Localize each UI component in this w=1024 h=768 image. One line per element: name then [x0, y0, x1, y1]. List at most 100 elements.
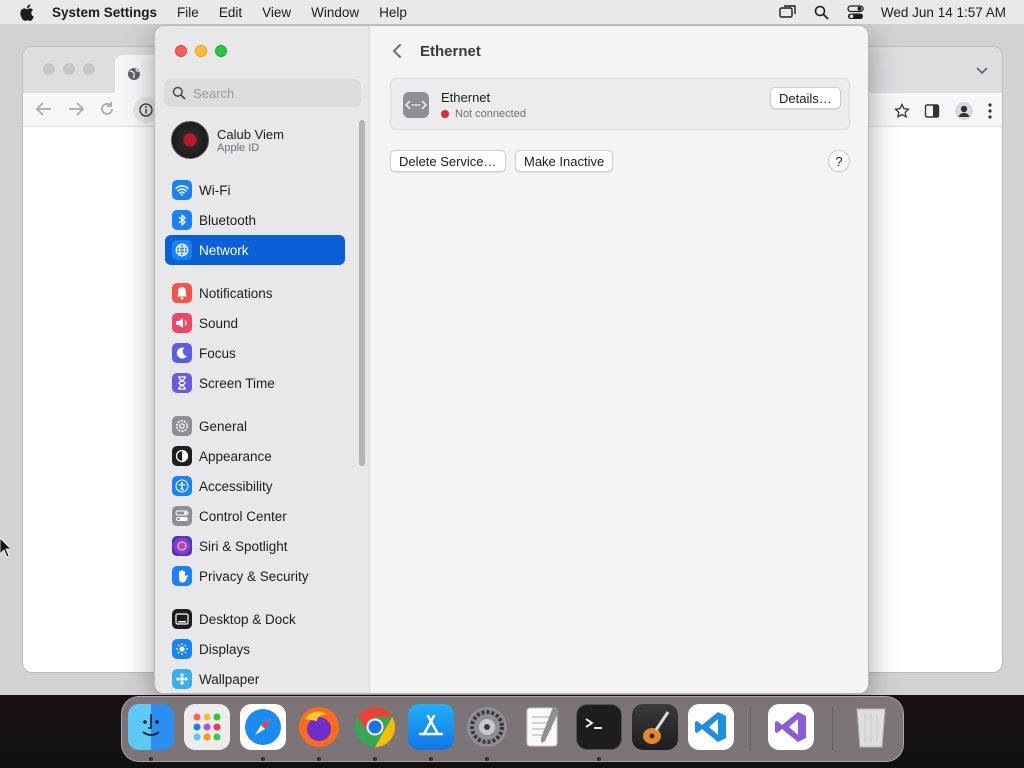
- sidebar-item-label: Desktop & Dock: [199, 611, 296, 627]
- minimize-button[interactable]: [195, 45, 207, 57]
- system-settings-icon[interactable]: [464, 704, 510, 750]
- search-field[interactable]: [164, 79, 361, 107]
- bluetooth-icon: [172, 210, 192, 230]
- more-menu-icon[interactable]: [988, 103, 992, 122]
- spotlight-search-icon[interactable]: [805, 5, 839, 20]
- apple-id-account[interactable]: Calub Viem Apple ID: [171, 121, 284, 159]
- back-chevron-icon[interactable]: [391, 43, 403, 62]
- account-subtitle: Apple ID: [217, 141, 260, 154]
- help-button[interactable]: ?: [828, 150, 850, 172]
- sidebar-item-label: Sound: [199, 315, 239, 331]
- avatar: [171, 121, 209, 159]
- visual-studio-icon[interactable]: [768, 704, 814, 750]
- sidebar-item-sound[interactable]: Sound: [165, 308, 345, 338]
- sidebar-scrollbar[interactable]: [359, 120, 365, 466]
- status-dot-icon: [441, 110, 449, 118]
- sidebar-item-focus[interactable]: Focus: [165, 338, 345, 368]
- delete-service-button[interactable]: Delete Service…: [390, 150, 506, 172]
- vscode-icon[interactable]: [688, 704, 734, 750]
- sidebar-item-network[interactable]: Network: [165, 235, 345, 265]
- menu-help[interactable]: Help: [369, 5, 417, 20]
- side-panel-icon[interactable]: [924, 103, 940, 122]
- sidebar-item-wifi[interactable]: Wi-Fi: [165, 175, 345, 205]
- menu-view[interactable]: View: [252, 5, 301, 20]
- sidebar-item-label: Wallpaper: [199, 671, 260, 687]
- screen-mirroring-icon[interactable]: [771, 5, 805, 19]
- appearance-icon: [172, 446, 192, 466]
- bell-icon: [172, 283, 192, 303]
- launchpad-icon[interactable]: [184, 704, 230, 750]
- make-inactive-button[interactable]: Make Inactive: [515, 150, 614, 172]
- moon-icon: [172, 343, 192, 363]
- control-center-icon[interactable]: [839, 4, 873, 20]
- zoom-button[interactable]: [215, 45, 227, 57]
- tab-search-chevron-icon[interactable]: [976, 63, 988, 78]
- dock-separator: [750, 707, 751, 751]
- reload-icon[interactable]: [99, 101, 115, 120]
- menu-file[interactable]: File: [167, 5, 209, 20]
- sidebar-item-control-center[interactable]: Control Center: [165, 501, 345, 531]
- details-button[interactable]: Details…: [770, 87, 841, 109]
- running-indicator: [149, 757, 153, 761]
- menu-window[interactable]: Window: [301, 5, 369, 20]
- sidebar-item-desktop-dock[interactable]: Desktop & Dock: [165, 604, 345, 634]
- sidebar-item-notifications[interactable]: Notifications: [165, 278, 345, 308]
- sidebar-item-label: Accessibility: [199, 478, 273, 494]
- status-text: Not connected: [455, 108, 526, 120]
- sidebar-item-siri-spotlight[interactable]: Siri & Spotlight: [165, 531, 345, 561]
- sidebar-item-wallpaper[interactable]: Wallpaper: [165, 664, 345, 693]
- browser-window-controls: [43, 63, 95, 75]
- profile-icon[interactable]: [954, 101, 974, 124]
- trash-icon[interactable]: [848, 704, 894, 750]
- menu-edit[interactable]: Edit: [209, 5, 252, 20]
- sidebar-item-appearance[interactable]: Appearance: [165, 441, 345, 471]
- sidebar-item-label: Screen Time: [199, 375, 275, 391]
- ethernet-service-name: Ethernet: [441, 90, 491, 105]
- connection-status: Not connected: [441, 108, 526, 120]
- forward-arrow-icon[interactable]: [67, 101, 85, 120]
- hand-icon: [172, 566, 192, 586]
- finder-icon[interactable]: [128, 704, 174, 750]
- menu-app-name[interactable]: System Settings: [52, 5, 167, 20]
- sidebar-item-screen-time[interactable]: Screen Time: [165, 368, 345, 398]
- firefox-icon[interactable]: [296, 704, 342, 750]
- terminal-icon[interactable]: [576, 704, 622, 750]
- gear-icon: [172, 416, 192, 436]
- system-settings-window: Calub Viem Apple ID Wi-Fi Bluetooth Netw…: [154, 25, 869, 694]
- back-arrow-icon[interactable]: [35, 101, 53, 120]
- search-input[interactable]: [193, 85, 353, 101]
- speaker-icon: [172, 313, 192, 333]
- sidebar-item-label: Displays: [199, 641, 251, 657]
- textedit-icon[interactable]: [520, 704, 566, 750]
- globe-icon: [172, 240, 192, 260]
- safari-icon[interactable]: [240, 704, 286, 750]
- globe-icon: [128, 68, 140, 80]
- close-button[interactable]: [175, 45, 187, 57]
- sidebar-item-bluetooth[interactable]: Bluetooth: [165, 205, 345, 235]
- chrome-icon[interactable]: [352, 704, 398, 750]
- menubar-clock[interactable]: Wed Jun 14 1:57 AM: [873, 5, 1006, 20]
- dock-separator: [832, 707, 833, 751]
- siri-icon: [172, 536, 192, 556]
- app-store-icon[interactable]: [408, 704, 454, 750]
- sidebar-item-label: General: [199, 418, 248, 434]
- sidebar-item-privacy-security[interactable]: Privacy & Security: [165, 561, 345, 591]
- garageband-icon[interactable]: [632, 704, 678, 750]
- sidebar-item-displays[interactable]: Displays: [165, 634, 345, 664]
- control-center-icon: [172, 506, 192, 526]
- dock: [121, 696, 904, 762]
- apple-menu-icon[interactable]: [0, 3, 52, 21]
- wifi-icon: [172, 180, 192, 200]
- ethernet-pane: Ethernet Ethernet Not connected Details……: [371, 26, 868, 693]
- sidebar-item-label: Siri & Spotlight: [199, 538, 288, 554]
- bookmark-star-icon[interactable]: [894, 102, 910, 122]
- sidebar-item-label: Network: [199, 242, 249, 258]
- search-icon: [172, 86, 186, 100]
- sidebar-item-general[interactable]: General: [165, 411, 345, 441]
- account-name: Calub Viem: [217, 126, 284, 142]
- wallpaper-icon: [172, 669, 192, 689]
- mouse-cursor-icon: [0, 537, 12, 561]
- sidebar-item-accessibility[interactable]: Accessibility: [165, 471, 345, 501]
- window-controls: [175, 45, 227, 57]
- sidebar-item-label: Control Center: [199, 508, 287, 524]
